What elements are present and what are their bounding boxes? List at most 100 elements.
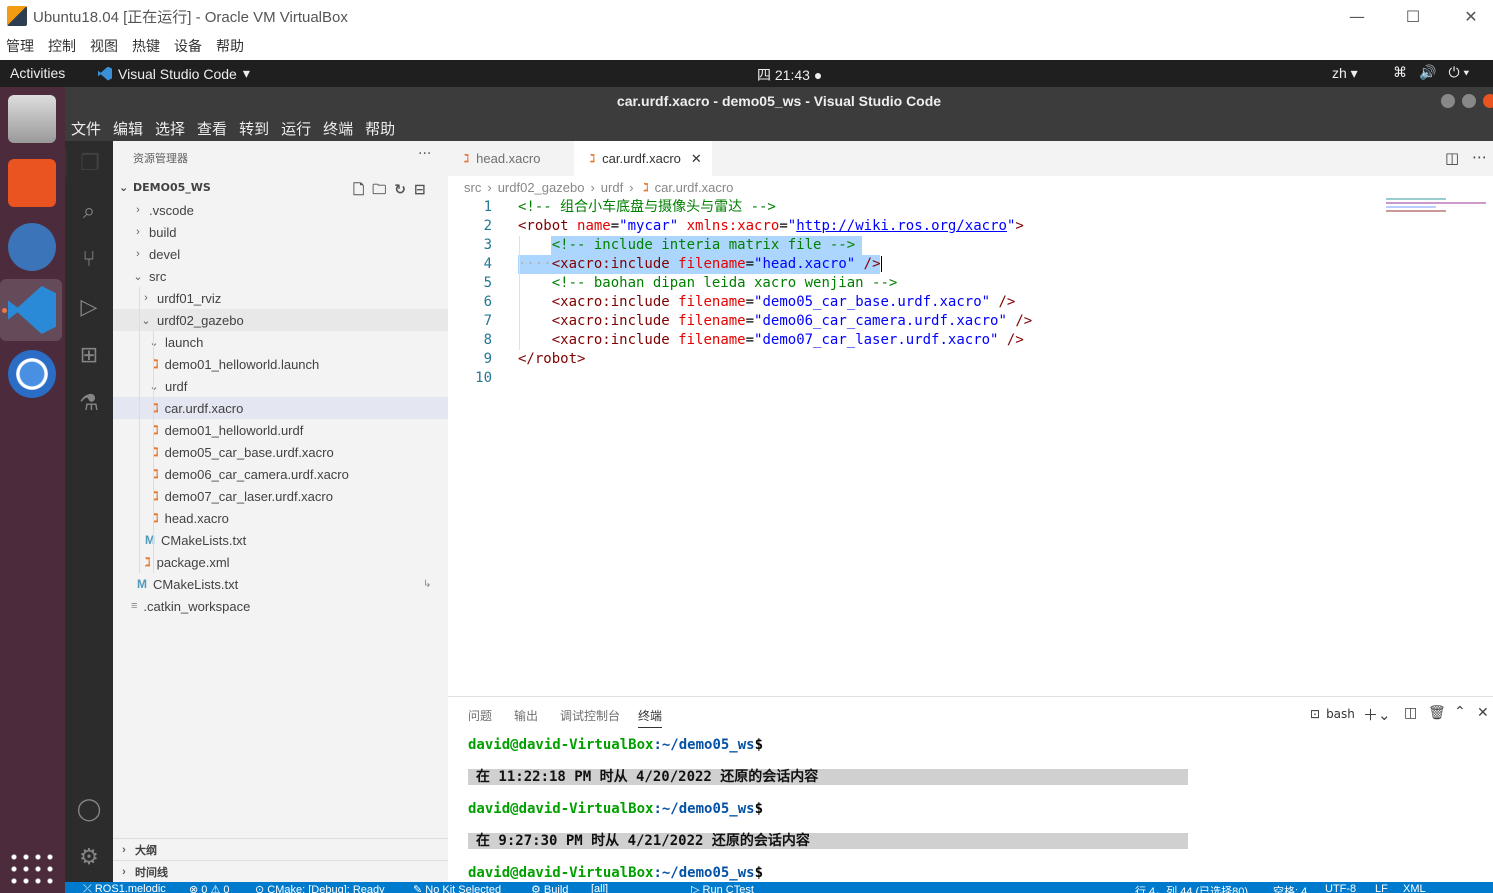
trash-icon[interactable]: 🗑	[1428, 705, 1446, 721]
vscode-maximize-button[interactable]	[1462, 94, 1476, 108]
tree-item-urdf01-rviz[interactable]: › urdf01_rviz	[113, 287, 448, 309]
menu-terminal[interactable]: 终端	[323, 118, 353, 139]
breadcrumb-item[interactable]: urdf	[601, 180, 623, 195]
workspace-header[interactable]: ⌄ DEMO05_WS 🗋🗀↻⊟	[113, 177, 448, 199]
tree-item-urdf02-gazebo[interactable]: ⌄ urdf02_gazebo	[113, 309, 448, 331]
breadcrumb-item[interactable]: urdf02_gazebo	[498, 180, 585, 195]
panel-tab-debug-console[interactable]: 调试控制台	[560, 707, 620, 724]
menu-view[interactable]: 视图	[90, 36, 118, 56]
accounts-icon[interactable]: ◯	[75, 795, 103, 823]
status-indent[interactable]: 空格: 4	[1273, 883, 1307, 893]
tab-car-urdf-xacro[interactable]: ℷ car.urdf.xacro ✕	[574, 141, 712, 176]
split-terminal-icon[interactable]: ◫	[1404, 705, 1417, 721]
maximize-button[interactable]: ☐	[1384, 0, 1442, 32]
tree-item-build[interactable]: › build	[113, 221, 448, 243]
tree-item-devel[interactable]: › devel	[113, 243, 448, 265]
split-editor-icon[interactable]: ◫	[1445, 149, 1459, 167]
menu-run[interactable]: 运行	[281, 118, 311, 139]
breadcrumb-item[interactable]: src	[464, 180, 481, 195]
language-indicator[interactable]: zh ▾	[1332, 65, 1358, 82]
explorer-icon[interactable]: ❐	[65, 149, 113, 177]
code-editor[interactable]: 1 2 3 4 5 6 7 8 9 10 <!-- 组合小车底盘与摄像头与雷达 …	[448, 198, 1493, 696]
tree-item-demo01-urdf[interactable]: ℷ demo01_helloworld.urdf	[113, 419, 448, 441]
status-target[interactable]: [all]	[591, 883, 608, 893]
menu-manage[interactable]: 管理	[6, 36, 34, 56]
menu-file[interactable]: 文件	[71, 118, 101, 139]
testing-icon[interactable]: ⚗	[75, 389, 103, 417]
tree-item-launch[interactable]: ⌄ launch	[113, 331, 448, 353]
menu-help[interactable]: 帮助	[365, 118, 395, 139]
prompt-user: david@david-VirtualBox	[468, 865, 654, 881]
terminal-selector[interactable]: ⊡ bash	[1310, 707, 1355, 721]
menu-selection[interactable]: 选择	[155, 118, 185, 139]
minimap[interactable]	[1386, 198, 1486, 216]
vscode-minimize-button[interactable]	[1441, 94, 1455, 108]
tree-item-demo05[interactable]: ℷ demo05_car_base.urdf.xacro	[113, 441, 448, 463]
chromium-icon[interactable]	[8, 350, 56, 398]
clock[interactable]: 四 21:43 ●	[757, 65, 822, 85]
tree-item-demo06[interactable]: ℷ demo06_car_camera.urdf.xacro	[113, 463, 448, 485]
maximize-panel-icon[interactable]: ⌃	[1454, 704, 1466, 720]
menu-hotkey[interactable]: 热键	[132, 36, 160, 56]
tree-item-cmakelists-pkg[interactable]: M CMakeLists.txt	[113, 529, 448, 551]
tree-item-vscode[interactable]: › .vscode	[113, 199, 448, 221]
status-eol[interactable]: LF	[1375, 883, 1388, 893]
app-menu[interactable]: Visual Studio Code ▾	[98, 65, 250, 82]
tree-item-label: car.urdf.xacro	[164, 400, 244, 416]
run-debug-icon[interactable]: ▷	[75, 293, 103, 321]
tree-item-car-urdf-xacro[interactable]: ℷ car.urdf.xacro	[113, 397, 448, 419]
menu-control[interactable]: 控制	[48, 36, 76, 56]
status-cursor-position[interactable]: 行 4，列 44 (已选择80)	[1135, 883, 1248, 893]
prompt-dollar: $	[754, 865, 764, 881]
close-button[interactable]: ✕	[1442, 0, 1493, 32]
panel-tab-output[interactable]: 输出	[514, 707, 538, 724]
status-cmake[interactable]: ⊙ CMake: [Debug]: Ready	[255, 883, 385, 893]
panel-tab-problems[interactable]: 问题	[468, 707, 492, 724]
xml-file-icon: ℷ	[145, 555, 151, 569]
outline-section[interactable]: › 大纲	[113, 838, 448, 860]
status-ctest[interactable]: ▷ Run CTest	[691, 883, 754, 893]
menu-edit[interactable]: 编辑	[113, 118, 143, 139]
tree-item-demo01-launch[interactable]: ℷ demo01_helloworld.launch	[113, 353, 448, 375]
show-apps-icon[interactable]	[8, 851, 56, 887]
settings-gear-icon[interactable]: ⚙	[75, 843, 103, 871]
tree-item-demo07[interactable]: ℷ demo07_car_laser.urdf.xacro	[113, 485, 448, 507]
menu-go[interactable]: 转到	[239, 118, 269, 139]
tab-head-xacro[interactable]: ℷ head.xacro	[448, 141, 574, 176]
status-ros[interactable]: ⤫ ROS1.melodic	[83, 883, 166, 893]
breadcrumb-item[interactable]: car.urdf.xacro	[655, 180, 734, 195]
status-encoding[interactable]: UTF-8	[1325, 883, 1356, 893]
source-control-icon[interactable]: ⑂	[75, 245, 103, 273]
minimize-button[interactable]: —	[1328, 0, 1386, 32]
panel-tab-terminal[interactable]: 终端	[638, 707, 663, 728]
vscode-close-button[interactable]	[1483, 94, 1493, 108]
tree-item-src[interactable]: ⌄ src	[113, 265, 448, 287]
tree-item-urdf[interactable]: ⌄ urdf	[113, 375, 448, 397]
close-tab-icon[interactable]: ✕	[691, 151, 702, 167]
menu-view[interactable]: 查看	[197, 118, 227, 139]
extensions-icon[interactable]: ⊞	[75, 341, 103, 369]
more-actions-icon[interactable]: ···	[418, 146, 431, 162]
close-panel-icon[interactable]: ✕	[1477, 705, 1489, 721]
tree-item-package-xml[interactable]: ℷ package.xml	[113, 551, 448, 573]
files-icon[interactable]	[8, 95, 56, 143]
menu-help[interactable]: 帮助	[216, 36, 244, 56]
status-language[interactable]: XML	[1403, 883, 1426, 893]
activities-button[interactable]: Activities	[10, 65, 65, 81]
menu-devices[interactable]: 设备	[174, 36, 202, 56]
help-icon[interactable]	[8, 223, 56, 271]
tree-item-head-xacro[interactable]: ℷ head.xacro	[113, 507, 448, 529]
new-terminal-icon[interactable]: ＋⌄	[1363, 704, 1391, 725]
status-problems[interactable]: ⊗ 0 ⚠ 0	[189, 883, 229, 893]
more-actions-icon[interactable]: ⋯	[1472, 148, 1487, 166]
system-tray[interactable]: ⌘ 🔊 ⏻ ▾	[1393, 64, 1469, 81]
code-link[interactable]: http://wiki.ros.org/xacro	[796, 218, 1007, 234]
tree-item-catkin-workspace[interactable]: ≡ .catkin_workspace	[113, 595, 448, 617]
tree-item-cmakelists-src[interactable]: M CMakeLists.txt ↳	[113, 573, 448, 595]
status-kit[interactable]: ✎ No Kit Selected	[413, 883, 501, 893]
status-build[interactable]: ⚙ Build	[531, 883, 568, 893]
search-icon[interactable]: ⌕	[75, 197, 103, 225]
timeline-section[interactable]: › 时间线	[113, 860, 448, 882]
software-center-icon[interactable]	[8, 159, 56, 207]
chevron-down-icon: ⌄	[141, 314, 151, 327]
